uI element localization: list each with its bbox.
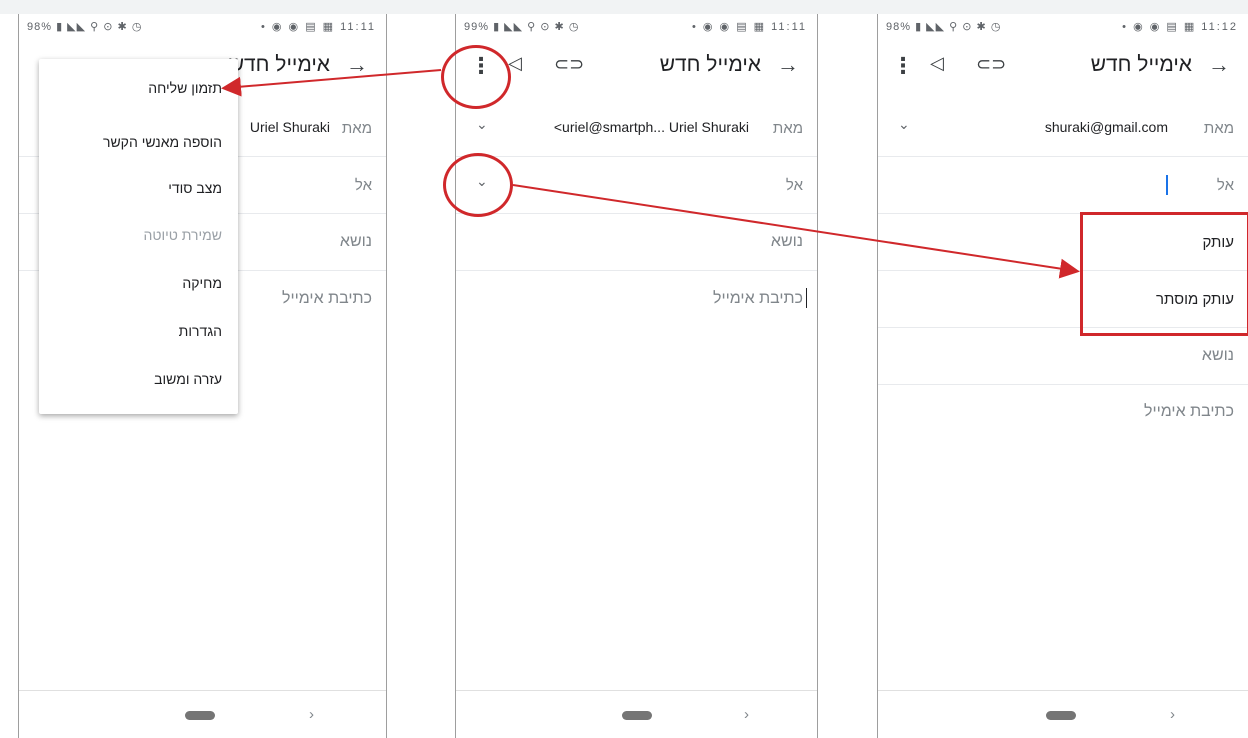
arrow-to-cc-bcc [512,184,1080,279]
arrow-to-menu [221,69,442,97]
annotation-arrows [221,69,1080,279]
